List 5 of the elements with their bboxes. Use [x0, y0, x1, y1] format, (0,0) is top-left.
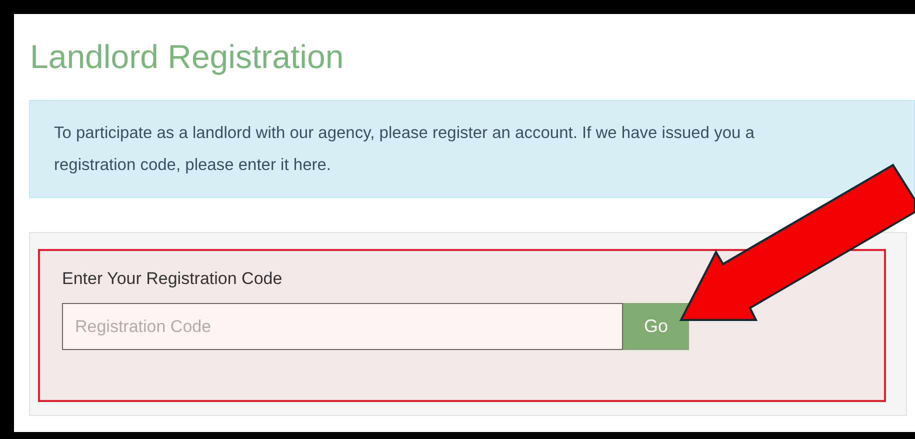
page-title: Landlord Registration [30, 37, 344, 77]
go-button[interactable]: Go [623, 303, 689, 350]
info-notice: To participate as a landlord with our agency, please register an account. If we have issued you a registration code, please enter it here. [29, 100, 915, 198]
field-label: Enter Your Registration Code [62, 269, 282, 289]
registration-code-field[interactable]: Registration Code [62, 303, 623, 350]
